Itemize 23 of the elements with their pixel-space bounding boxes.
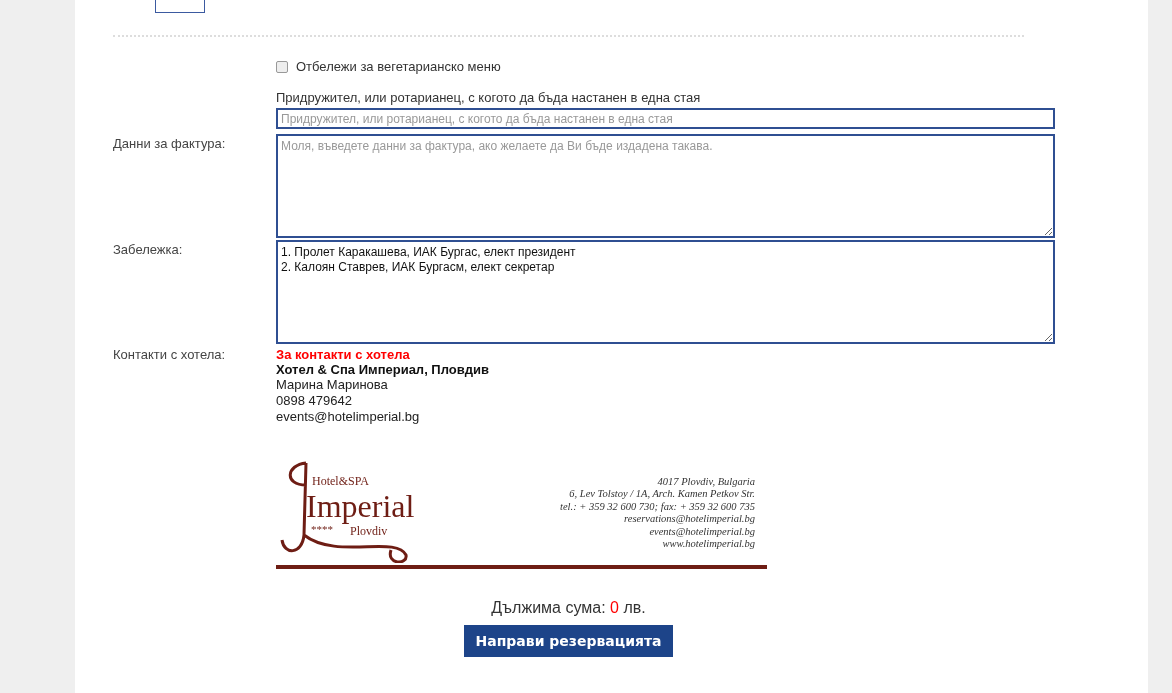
address-line: 6, Lev Tolstoy / 1A, Arch. Kamen Petkov Str. — [569, 488, 755, 501]
address-line: www.hotelimperial.bg — [662, 538, 755, 551]
address-line: reservations@hotelimperial.bg — [624, 513, 755, 526]
address-line: 4017 Plovdiv, Bulgaria — [657, 475, 755, 488]
address-line: events@hotelimperial.bg — [649, 525, 755, 538]
contacts-heading: За контакти с хотела — [276, 347, 411, 362]
reserve-button[interactable]: Направи резервацията — [464, 625, 673, 657]
vegetarian-checkbox[interactable]: Отбележи за вегетарианско меню — [276, 59, 1055, 74]
contacts-label: Контакти с хотела: — [113, 347, 227, 364]
field-edge — [155, 0, 205, 13]
contact-line: Марина Маринова — [276, 377, 389, 393]
total-amount: Дължима сума: 0 лв. — [491, 599, 646, 617]
address-line: tel.: + 359 32 600 730; fax: + 359 32 600 735 — [560, 500, 755, 513]
roommate-label: Придружител, или ротарианец, с когото да бъда настанен в една стая — [276, 90, 702, 105]
contact-line: events@hotelimperial.bg — [276, 409, 421, 425]
invoice-field[interactable]: Моля, въведете данни за фактура, ако желаете да Ви бъде издадена такава. — [276, 134, 1055, 238]
note-label: Забележка: — [113, 241, 184, 259]
contact-line: 0898 479642 — [276, 393, 353, 409]
hotel-logo: Hotel&SPA Imperial **** Plovdiv — [276, 455, 416, 563]
note-field[interactable]: 1. Пролет Каракашева, ИАК Бургас, елект президент 2. Калоян Ставрев, ИАК Бургасм, елект секретар — [276, 240, 1055, 344]
hotel-name: Хотел & Спа Империал, Пловдив — [276, 362, 490, 377]
roommate-field[interactable]: Придружител, или ротарианец, с когото да бъда настанен в една стая — [276, 108, 1055, 129]
invoice-label: Данни за фактура: — [113, 135, 227, 153]
